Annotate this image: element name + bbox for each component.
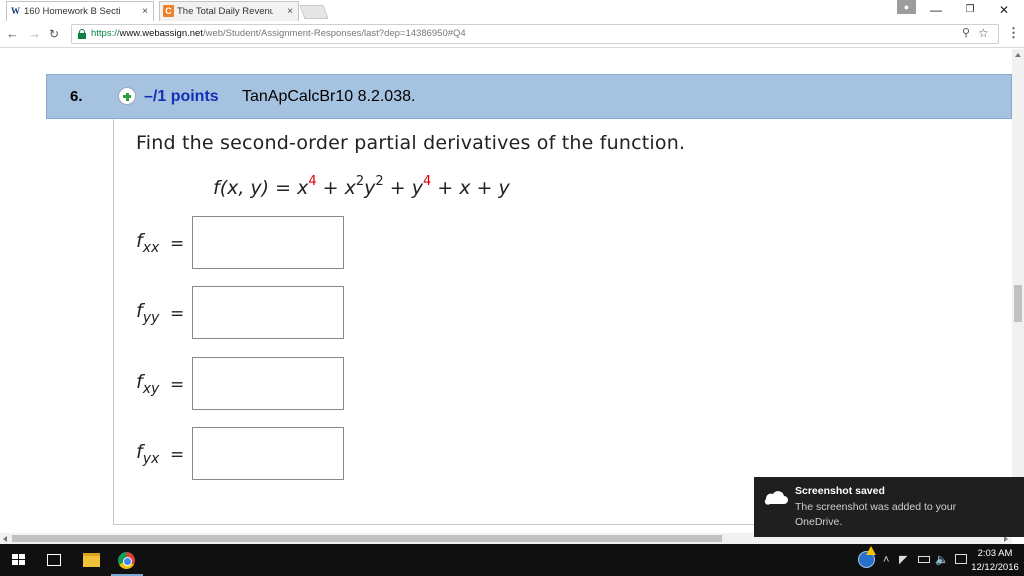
toast-title: Screenshot saved (795, 485, 885, 497)
reload-icon[interactable]: ↻ (49, 26, 59, 42)
tab-title: The Total Daily Revenue (177, 6, 273, 17)
answer-label: fyx (136, 441, 160, 467)
forward-arrow-icon[interactable]: → (28, 26, 41, 42)
question-reference: TanApCalcBr10 8.2.038. (242, 88, 416, 105)
answer-label: fxx (136, 230, 160, 256)
minimize-button[interactable]: — (926, 2, 946, 18)
formula-term: y (364, 177, 376, 199)
question-points: –/1 points (144, 88, 219, 105)
formula-exponent: 4 (422, 174, 432, 189)
taskbar: ˄ ◤ 🔈 2:03 AM 12/12/2016 (0, 544, 1024, 576)
formula-exponent: 4 (308, 174, 317, 189)
answer-label: fxy (136, 371, 160, 397)
equals-sign: = (170, 234, 185, 254)
new-tab-button[interactable] (299, 5, 329, 19)
chevron-up-icon[interactable]: ˄ (883, 553, 889, 567)
webassign-favicon-icon: W (11, 6, 20, 16)
question-number: 6. (70, 88, 83, 105)
answer-row-fyy: fyy = (136, 286, 436, 340)
tab-strip: W 160 Homework B Section × C The Total D… (0, 0, 1024, 21)
tab-revenue[interactable]: C The Total Daily Revenue × (159, 1, 299, 21)
formula-plus: + (322, 177, 339, 199)
address-bar[interactable]: https://www.webassign.net/web/Student/As… (71, 24, 999, 44)
formula-plus: + (389, 177, 406, 199)
answer-row-fxy: fxy = (136, 357, 436, 411)
answer-row-fyx: fyx = (136, 427, 436, 481)
chegg-favicon-icon: C (163, 5, 174, 17)
browser-menu-icon[interactable]: ⋮ (1007, 25, 1020, 41)
expand-plus-icon[interactable] (118, 87, 136, 105)
screenshot-toast[interactable]: Screenshot saved The screenshot was adde… (754, 477, 1024, 537)
warning-icon (866, 546, 876, 555)
formula-term: y (411, 177, 423, 199)
clock-date[interactable]: 12/12/2016 (971, 562, 1019, 573)
windows-start-icon[interactable] (12, 554, 26, 566)
page-content: 6. –/1 points TanApCalcBr10 8.2.038. Fin… (0, 49, 1012, 533)
lock-icon (78, 29, 86, 39)
equals-sign: = (170, 445, 185, 465)
tab-close-icon[interactable]: × (287, 2, 293, 21)
back-arrow-icon[interactable]: ← (6, 26, 19, 42)
answer-input-fxx[interactable] (192, 216, 344, 269)
function-formula: f(x, y) = x4 + x2y2 + y4 + x + y (213, 174, 510, 199)
tab-title: 160 Homework B Section (24, 6, 120, 17)
task-view-icon[interactable] (47, 554, 61, 566)
scrollbar-thumb[interactable] (12, 535, 722, 542)
zoom-icon[interactable]: ⚲ (962, 26, 970, 39)
onedrive-cloud-icon (764, 491, 788, 505)
question-body: Find the second-order partial derivative… (113, 119, 1012, 525)
maximize-button[interactable]: ❐ (960, 2, 980, 18)
scroll-left-icon[interactable] (3, 536, 7, 542)
equals-sign: = (170, 304, 185, 324)
scroll-up-icon[interactable] (1015, 53, 1021, 57)
question-header: 6. –/1 points TanApCalcBr10 8.2.038. (46, 74, 1012, 119)
bookmark-star-icon[interactable]: ☆ (978, 26, 989, 40)
notification-icon[interactable] (955, 554, 967, 564)
vertical-scrollbar[interactable] (1012, 49, 1024, 533)
toolbar: ← → ↻ https://www.webassign.net/web/Stud… (0, 21, 1024, 48)
close-window-button[interactable]: ✕ (994, 2, 1014, 18)
clock-time[interactable]: 2:03 AM (975, 548, 1015, 559)
tab-homework[interactable]: W 160 Homework B Section × (6, 1, 154, 21)
profile-icon[interactable]: ● (897, 0, 916, 14)
question-prompt: Find the second-order partial derivative… (136, 132, 686, 154)
battery-icon[interactable] (918, 556, 930, 563)
formula-lhs: f(x, y) = (213, 177, 292, 199)
formula-tail: + x + y (437, 177, 510, 199)
answer-label: fyy (136, 300, 160, 326)
chrome-icon[interactable] (118, 552, 135, 569)
toast-message: The screenshot was added to your OneDriv… (795, 501, 957, 528)
file-explorer-icon[interactable] (83, 553, 100, 567)
formula-exponent: 2 (355, 174, 365, 189)
volume-icon[interactable]: 🔈 (935, 553, 949, 567)
equals-sign: = (170, 375, 185, 395)
answer-input-fyx[interactable] (192, 427, 344, 480)
formula-term: x (297, 177, 309, 199)
formula-exponent: 2 (375, 174, 384, 189)
tab-close-icon[interactable]: × (142, 2, 148, 21)
answer-input-fxy[interactable] (192, 357, 344, 410)
answer-input-fyy[interactable] (192, 286, 344, 339)
url-text[interactable]: https://www.webassign.net/web/Student/As… (91, 27, 466, 41)
wifi-icon[interactable]: ◤ (899, 553, 907, 567)
formula-term: x (344, 177, 356, 199)
answer-row-fxx: fxx = (136, 216, 436, 270)
scrollbar-thumb[interactable] (1014, 285, 1022, 322)
